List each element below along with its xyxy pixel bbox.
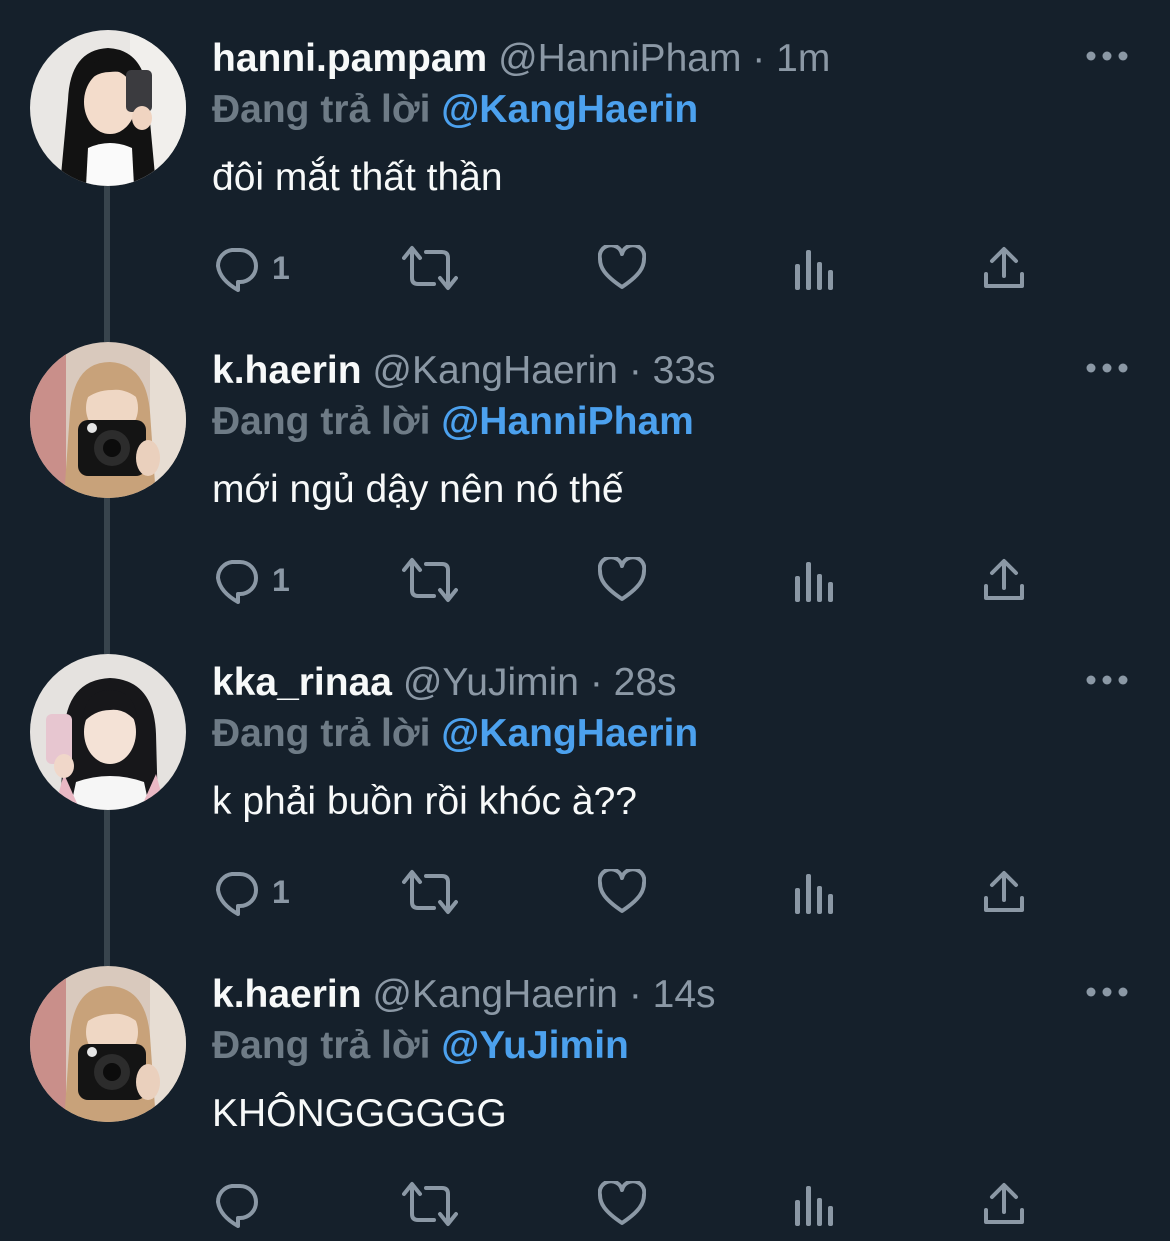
separator-dot: ·: [628, 973, 642, 1016]
reply-mention-link[interactable]: @YuJimin: [441, 1024, 629, 1067]
timestamp[interactable]: 1m: [776, 37, 830, 80]
handle[interactable]: @KangHaerin: [372, 349, 618, 392]
reply-thread: hanni.pampam @HanniPham · 1m Đang trả lờ…: [0, 0, 1170, 1241]
reply-icon: [215, 560, 258, 604]
replying-to: Đang trả lời @KangHaerin: [212, 85, 698, 135]
reply-button[interactable]: [212, 1176, 272, 1232]
reply-icon: [215, 248, 258, 292]
tweet-text: k phải buồn rồi khóc à??: [212, 780, 637, 823]
handle[interactable]: @KangHaerin: [372, 973, 618, 1016]
reply-count: 1: [272, 873, 290, 910]
views-button[interactable]: [792, 1176, 836, 1232]
replying-to: Đang trả lời @KangHaerin: [212, 709, 698, 759]
retweet-button[interactable]: [402, 552, 458, 608]
separator-dot: ·: [628, 349, 642, 392]
timestamp[interactable]: 14s: [653, 973, 716, 1016]
reply-icon: [215, 1184, 258, 1228]
heart-icon: [598, 245, 646, 289]
views-button[interactable]: [792, 552, 836, 608]
display-name[interactable]: k.haerin: [212, 973, 362, 1016]
reply-count: 1: [272, 249, 290, 286]
like-button[interactable]: [598, 1176, 646, 1232]
separator-dot: ·: [589, 661, 603, 704]
share-icon: [984, 871, 1024, 912]
tweet-text: mới ngủ dậy nên nó thế: [212, 468, 624, 511]
heart-icon: [598, 1181, 646, 1225]
share-icon: [984, 559, 1024, 600]
share-icon: [984, 247, 1024, 288]
views-button[interactable]: [792, 240, 836, 296]
reply-button[interactable]: 1: [212, 552, 290, 608]
replying-to: Đang trả lời @YuJimin: [212, 1021, 629, 1071]
share-button[interactable]: [982, 240, 1026, 296]
replying-to-label: Đang trả lời: [212, 712, 431, 755]
like-button[interactable]: [598, 240, 646, 296]
tweet-text: KHÔNGGGGGG: [212, 1092, 507, 1135]
reply-mention-link[interactable]: @HanniPham: [441, 400, 694, 443]
share-button[interactable]: [982, 1176, 1026, 1232]
views-icon: [795, 250, 833, 290]
tweet-actions: 1: [212, 552, 1042, 608]
avatar[interactable]: [30, 342, 186, 498]
retweet-icon: [402, 1182, 458, 1226]
retweet-button[interactable]: [402, 864, 458, 920]
views-button[interactable]: [792, 864, 836, 920]
retweet-icon: [402, 246, 458, 290]
more-icon[interactable]: [1082, 980, 1132, 1004]
reply-count: 1: [272, 561, 290, 598]
retweet-icon: [402, 558, 458, 602]
retweet-button[interactable]: [402, 1176, 458, 1232]
more-icon[interactable]: [1082, 356, 1132, 380]
tweet-text: đôi mắt thất thần: [212, 156, 503, 199]
tweet[interactable]: kka_rinaa @YuJimin · 28s Đang trả lời @K…: [0, 624, 1170, 936]
reply-button[interactable]: 1: [212, 240, 290, 296]
tweet-header: hanni.pampam @HanniPham · 1m: [212, 34, 830, 84]
handle[interactable]: @HanniPham: [498, 37, 741, 80]
display-name[interactable]: hanni.pampam: [212, 37, 487, 80]
views-icon: [795, 562, 833, 602]
replying-to-label: Đang trả lời: [212, 400, 431, 443]
retweet-button[interactable]: [402, 240, 458, 296]
avatar[interactable]: [30, 654, 186, 810]
share-button[interactable]: [982, 552, 1026, 608]
reply-mention-link[interactable]: @KangHaerin: [441, 88, 698, 131]
handle[interactable]: @YuJimin: [403, 661, 579, 704]
tweet[interactable]: k.haerin @KangHaerin · 33s Đang trả lời …: [0, 312, 1170, 624]
share-button[interactable]: [982, 864, 1026, 920]
tweet-actions: 1: [212, 240, 1042, 296]
reply-icon: [215, 872, 258, 916]
tweet[interactable]: hanni.pampam @HanniPham · 1m Đang trả lờ…: [0, 0, 1170, 312]
reply-button[interactable]: 1: [212, 864, 290, 920]
display-name[interactable]: k.haerin: [212, 349, 362, 392]
like-button[interactable]: [598, 552, 646, 608]
timestamp[interactable]: 28s: [614, 661, 677, 704]
tweet[interactable]: k.haerin @KangHaerin · 14s Đang trả lời …: [0, 936, 1170, 1241]
more-icon[interactable]: [1082, 44, 1132, 68]
avatar[interactable]: [30, 30, 186, 186]
more-icon[interactable]: [1082, 668, 1132, 692]
timestamp[interactable]: 33s: [653, 349, 716, 392]
views-icon: [795, 1186, 833, 1226]
like-button[interactable]: [598, 864, 646, 920]
retweet-icon: [402, 870, 458, 914]
replying-to-label: Đang trả lời: [212, 88, 431, 131]
heart-icon: [598, 557, 646, 601]
heart-icon: [598, 869, 646, 913]
replying-to: Đang trả lời @HanniPham: [212, 397, 694, 447]
tweet-actions: [212, 1176, 1042, 1232]
share-icon: [984, 1183, 1024, 1224]
tweet-header: kka_rinaa @YuJimin · 28s: [212, 658, 677, 708]
reply-mention-link[interactable]: @KangHaerin: [441, 712, 698, 755]
tweet-actions: 1: [212, 864, 1042, 920]
views-icon: [795, 874, 833, 914]
separator-dot: ·: [752, 37, 766, 80]
avatar[interactable]: [30, 966, 186, 1122]
tweet-header: k.haerin @KangHaerin · 14s: [212, 970, 716, 1020]
tweet-header: k.haerin @KangHaerin · 33s: [212, 346, 716, 396]
display-name[interactable]: kka_rinaa: [212, 661, 392, 704]
replying-to-label: Đang trả lời: [212, 1024, 431, 1067]
